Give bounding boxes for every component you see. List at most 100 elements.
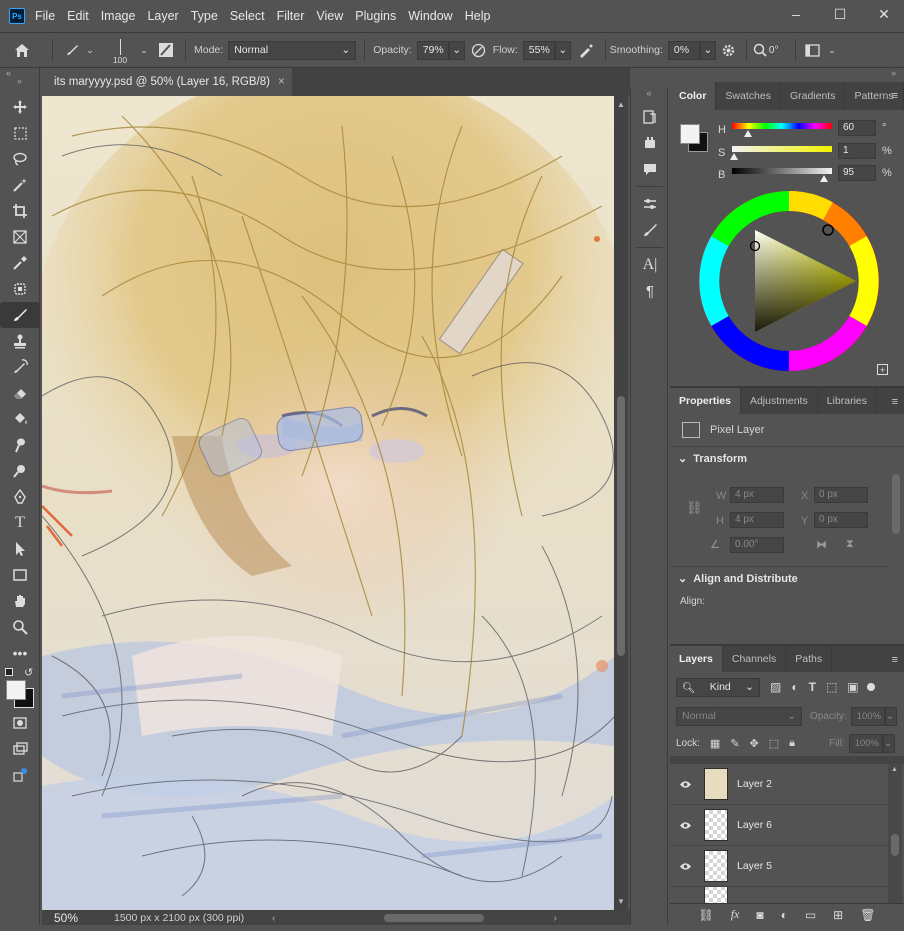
hand-tool-icon[interactable] (0, 588, 40, 614)
marquee-tool-icon[interactable] (0, 120, 40, 146)
fx-icon[interactable]: fx (731, 907, 740, 922)
menu-window[interactable]: Window (408, 9, 452, 23)
smoothing-dropdown[interactable]: ⌄ (699, 40, 716, 60)
swap-colors-icon[interactable]: ↺ (24, 666, 33, 679)
minimize-button[interactable]: – (774, 0, 818, 28)
flow-input[interactable]: 55% (522, 40, 555, 60)
zoom-tool-icon[interactable] (0, 614, 40, 640)
type-tool-icon[interactable]: T (0, 510, 40, 536)
chevron-down-icon[interactable]: ⌄ (83, 45, 97, 56)
brightness-slider-handle[interactable] (820, 175, 828, 182)
hue-slider[interactable] (732, 123, 832, 129)
menu-layer[interactable]: Layer (147, 9, 178, 23)
eraser-tool-icon[interactable] (0, 380, 40, 406)
tab-properties[interactable]: Properties (670, 388, 741, 414)
chevron-down-icon[interactable]: ⌄ (137, 45, 151, 56)
eye-icon[interactable] (670, 780, 700, 789)
new-layer-icon[interactable]: ⊞ (833, 908, 843, 922)
pen-tool-icon[interactable] (0, 484, 40, 510)
hue-slider-handle[interactable] (744, 130, 752, 137)
color-wheel[interactable] (698, 190, 880, 372)
layer-opacity-dropdown[interactable]: ⌄ (884, 706, 897, 726)
menu-plugins[interactable]: Plugins (355, 9, 396, 23)
clone-stamp-tool-icon[interactable] (0, 328, 40, 354)
layer-opacity-input[interactable]: 100% (850, 706, 885, 726)
height-input[interactable]: 4 px (730, 512, 784, 528)
menu-view[interactable]: View (316, 9, 343, 23)
scroll-up-icon[interactable]: ▲ (891, 766, 898, 773)
more-tools-icon[interactable]: ••• (0, 640, 40, 666)
history-panel-icon[interactable] (631, 104, 669, 130)
opacity-dropdown[interactable]: ⌄ (448, 40, 465, 60)
tab-paths[interactable]: Paths (786, 646, 833, 672)
horizontal-scrollbar[interactable] (284, 913, 544, 923)
filter-type-icon[interactable]: T (809, 680, 816, 694)
lock-artboard-icon[interactable]: ⬚ (769, 737, 779, 750)
menu-image[interactable]: Image (101, 9, 136, 23)
pressure-opacity-icon[interactable] (465, 43, 493, 58)
panel-menu-icon[interactable]: ≡ (892, 90, 898, 102)
home-icon[interactable] (0, 43, 44, 58)
filter-shape-icon[interactable]: ⬚ (826, 680, 837, 694)
menu-file[interactable]: File (35, 9, 55, 23)
lock-transparent-icon[interactable]: ▦ (710, 737, 720, 750)
eye-icon[interactable] (670, 862, 700, 871)
rectangle-tool-icon[interactable] (0, 562, 40, 588)
angle-icon[interactable] (751, 43, 769, 57)
eye-icon[interactable] (670, 821, 700, 830)
transform-section-header[interactable]: ⌄ Transform (670, 446, 904, 470)
panel-menu-icon[interactable]: ≡ (892, 654, 898, 666)
chevron-left-icon[interactable]: ‹ (272, 912, 276, 924)
tab-color[interactable]: Color (670, 82, 717, 110)
paragraph-panel-icon[interactable]: ¶ (631, 278, 669, 304)
y-input[interactable]: 0 px (814, 512, 868, 528)
menu-select[interactable]: Select (230, 9, 265, 23)
close-button[interactable]: ✕ (862, 0, 904, 28)
hue-input[interactable]: 60 (838, 120, 876, 136)
lock-position-icon[interactable]: ✥ (750, 737, 759, 750)
comments-panel-icon[interactable] (631, 156, 669, 182)
collapse-icon[interactable]: « (631, 88, 667, 104)
screen-mode-icon[interactable] (0, 736, 40, 762)
zoom-level[interactable]: 50% (42, 911, 102, 925)
layers-scrollbar[interactable]: ▲ (888, 764, 902, 908)
tab-libraries[interactable]: Libraries (818, 388, 877, 414)
close-tab-icon[interactable]: × (278, 76, 285, 88)
brush-size-preview[interactable]: 100 (103, 35, 137, 65)
chevron-down-icon[interactable]: ⌄ (826, 45, 838, 56)
plugins-panel-icon[interactable] (631, 130, 669, 156)
menu-edit[interactable]: Edit (67, 9, 89, 23)
vertical-scrollbar[interactable]: ▲ ▼ (614, 96, 628, 910)
document-tab[interactable]: its maryyyy.psd @ 50% (Layer 16, RGB/8) … (42, 68, 292, 96)
link-layers-icon[interactable]: ⛓ (698, 908, 713, 922)
saturation-input[interactable]: 1 (838, 143, 876, 159)
tab-gradients[interactable]: Gradients (781, 82, 846, 110)
brush-settings-icon[interactable] (155, 42, 177, 58)
filter-toggle[interactable] (866, 683, 875, 691)
tab-layers[interactable]: Layers (670, 646, 723, 672)
scroll-down-icon[interactable]: ▼ (617, 897, 625, 906)
saturation-slider-handle[interactable] (730, 153, 738, 160)
foreground-color-swatch[interactable] (6, 680, 26, 700)
filter-adjustment-icon[interactable]: ◐ (791, 680, 798, 694)
filter-smart-object-icon[interactable]: ▣ (847, 680, 858, 694)
default-colors-icon[interactable] (5, 668, 13, 676)
path-selection-tool-icon[interactable] (0, 536, 40, 562)
crop-tool-icon[interactable] (0, 198, 40, 224)
workspace-icon[interactable] (800, 43, 826, 57)
panel-menu-icon[interactable]: ≡ (892, 396, 898, 408)
collapse-icon[interactable]: « (6, 68, 11, 78)
chevron-right-icon[interactable]: › (554, 912, 558, 924)
angle-value[interactable]: 0° (769, 45, 791, 56)
brushes-panel-icon[interactable] (631, 217, 669, 243)
paint-bucket-tool-icon[interactable] (0, 406, 40, 432)
add-mask-icon[interactable]: ◙ (756, 908, 763, 922)
foreground-color-swatch[interactable] (680, 124, 700, 144)
adjustment-layer-icon[interactable]: ◐ (781, 908, 788, 922)
tab-swatches[interactable]: Swatches (716, 82, 781, 110)
menu-type[interactable]: Type (191, 9, 218, 23)
canvas[interactable] (42, 96, 615, 910)
history-brush-tool-icon[interactable] (0, 354, 40, 380)
layer-row[interactable]: Layer 5 (670, 846, 888, 887)
flow-dropdown[interactable]: ⌄ (554, 40, 571, 60)
